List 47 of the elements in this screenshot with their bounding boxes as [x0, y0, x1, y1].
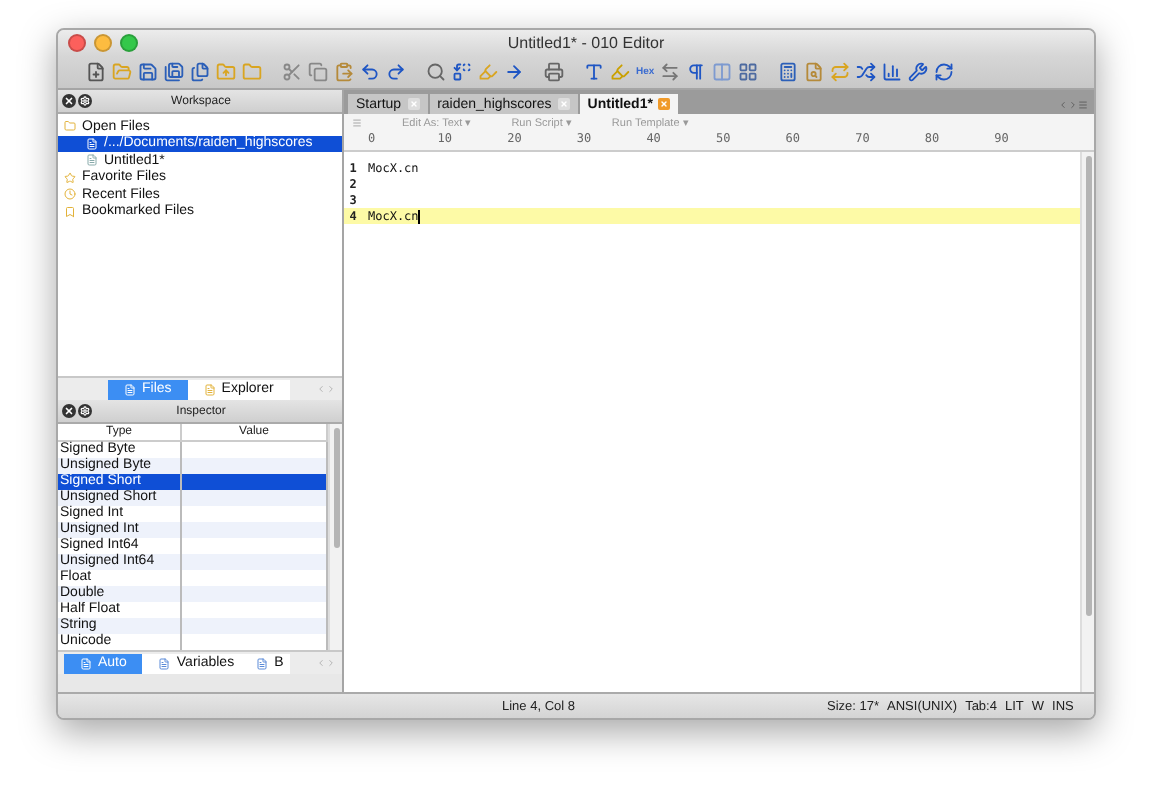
- close-icon[interactable]: [62, 404, 76, 418]
- refresh-icon[interactable]: [934, 62, 955, 82]
- copy-icon[interactable]: [308, 62, 328, 82]
- shuffle-icon[interactable]: [856, 62, 877, 82]
- tab-close-icon[interactable]: [407, 98, 420, 110]
- columns-icon[interactable]: [712, 62, 733, 82]
- minimize-button[interactable]: [94, 34, 112, 52]
- grid-icon[interactable]: [738, 62, 759, 82]
- bookmark-folder-icon: [64, 205, 76, 218]
- options-icon[interactable]: [78, 404, 92, 418]
- scrollbar[interactable]: [328, 424, 342, 650]
- search-icon[interactable]: [426, 62, 446, 82]
- menu-icon[interactable]: [352, 117, 362, 127]
- options-icon[interactable]: [78, 94, 92, 108]
- paste-icon[interactable]: [334, 62, 354, 82]
- wrench-icon[interactable]: [908, 62, 929, 82]
- save-icon[interactable]: [138, 62, 158, 82]
- replace-icon[interactable]: [452, 62, 472, 82]
- new-file-icon[interactable]: [86, 62, 106, 82]
- redo-icon[interactable]: [386, 62, 406, 82]
- printer-icon[interactable]: [544, 62, 564, 82]
- file-search-icon[interactable]: [804, 62, 825, 82]
- marker-icon[interactable]: [610, 62, 630, 82]
- menu-icon[interactable]: [1078, 100, 1088, 110]
- arrow-right-icon[interactable]: [504, 62, 524, 82]
- files-icon: [124, 383, 136, 395]
- bar-chart-icon[interactable]: [882, 62, 903, 82]
- close-icon[interactable]: [62, 94, 76, 108]
- file-icon: [86, 137, 98, 150]
- close-button[interactable]: [68, 34, 86, 52]
- documents-icon[interactable]: [190, 62, 210, 82]
- file-icon: [86, 154, 98, 167]
- font-icon[interactable]: [584, 62, 604, 82]
- save-all-icon[interactable]: [164, 62, 184, 82]
- scrollbar[interactable]: [1080, 152, 1094, 692]
- star-folder-icon: [64, 171, 76, 184]
- calculator-icon[interactable]: [778, 62, 799, 82]
- zoom-button[interactable]: [120, 34, 138, 52]
- window-title: Untitled1* - 010 Editor: [505, 34, 667, 52]
- pilcrow-icon[interactable]: [686, 62, 707, 82]
- cut-icon[interactable]: [282, 62, 302, 82]
- tab-close-icon[interactable]: [658, 98, 671, 110]
- tab-close-icon[interactable]: [557, 98, 570, 110]
- swap-icon[interactable]: [660, 62, 681, 82]
- clock-folder-icon: [64, 188, 76, 201]
- undo-icon[interactable]: [360, 62, 380, 82]
- text-cursor: [418, 209, 421, 223]
